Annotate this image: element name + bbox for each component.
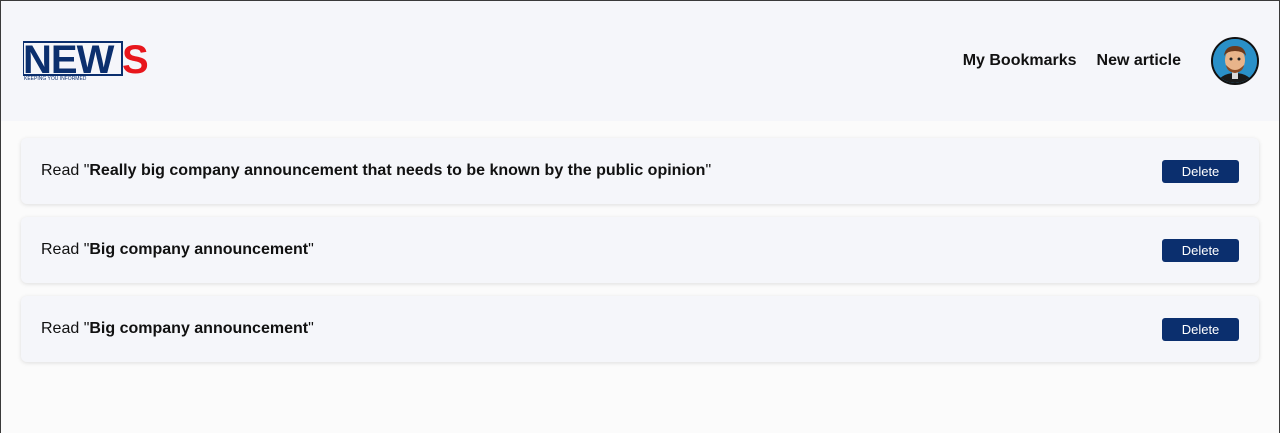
- bookmark-title: Really big company announcement that nee…: [89, 162, 706, 179]
- bookmark-text: Read "Big company announcement": [41, 241, 314, 258]
- bookmark-card: Read "Big company announcement" Delete: [21, 296, 1259, 362]
- news-logo-graphic: NEW S KEEPING YOU INFORMED: [23, 39, 149, 82]
- bookmark-text: Read "Big company announcement": [41, 320, 314, 337]
- logo-accent-text: S: [122, 39, 149, 82]
- app-window: NEW S KEEPING YOU INFORMED My Bookmarks …: [0, 0, 1280, 433]
- logo-tagline: KEEPING YOU INFORMED: [24, 76, 87, 82]
- bookmark-card: Read "Really big company announcement th…: [21, 138, 1259, 204]
- bookmark-card: Read "Big company announcement" Delete: [21, 217, 1259, 283]
- bookmark-text: Read "Really big company announcement th…: [41, 162, 712, 179]
- nav-my-bookmarks[interactable]: My Bookmarks: [963, 52, 1077, 70]
- news-logo[interactable]: NEW S KEEPING YOU INFORMED: [23, 39, 153, 83]
- user-avatar[interactable]: [1211, 37, 1259, 85]
- nav-new-article[interactable]: New article: [1097, 52, 1181, 70]
- delete-button[interactable]: Delete: [1162, 238, 1239, 262]
- main-nav: My Bookmarks New article: [943, 37, 1259, 85]
- site-header: NEW S KEEPING YOU INFORMED My Bookmarks …: [1, 1, 1279, 121]
- delete-button[interactable]: Delete: [1162, 317, 1239, 341]
- delete-button[interactable]: Delete: [1162, 159, 1239, 183]
- bookmark-title: Big company announcement: [89, 320, 309, 337]
- bookmarks-list: Read "Really big company announcement th…: [1, 121, 1279, 362]
- bookmark-title: Big company announcement: [89, 241, 309, 258]
- avatar-icon: [1213, 39, 1257, 83]
